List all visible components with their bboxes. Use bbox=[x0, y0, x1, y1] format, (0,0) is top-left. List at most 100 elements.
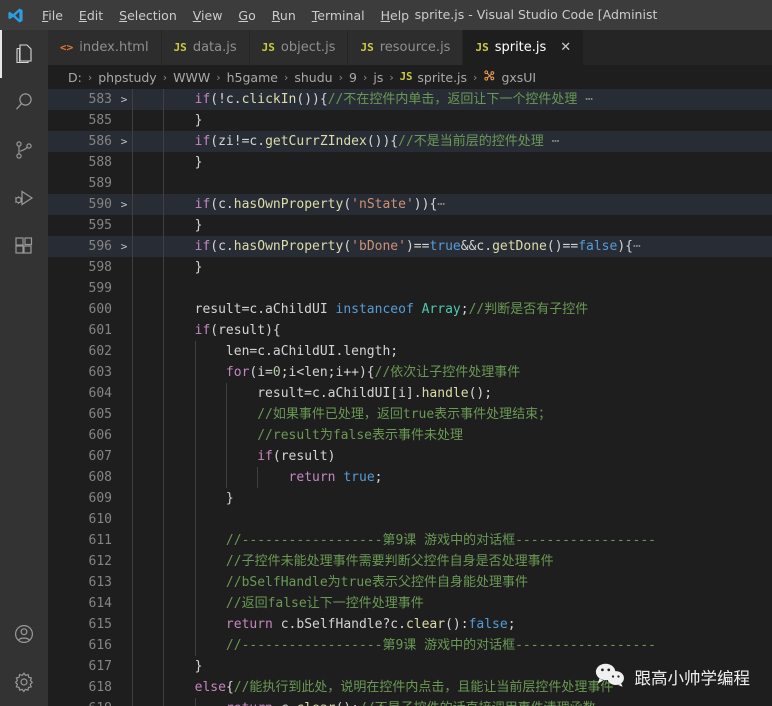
breadcrumb-item-9[interactable]: 9 bbox=[349, 70, 357, 85]
breadcrumb-item-phpstudy[interactable]: phpstudy bbox=[98, 70, 156, 85]
code-line[interactable]: 616 //------------------第9课 游戏中的对话框-----… bbox=[48, 635, 772, 656]
fold-chevron-icon[interactable]: > bbox=[116, 89, 132, 110]
menu-item-selection[interactable]: Selection bbox=[111, 5, 185, 26]
menu-item-run[interactable]: Run bbox=[264, 5, 304, 26]
code-line[interactable]: 613 //bSelfHandle为true表示父控件自身能处理事件 bbox=[48, 572, 772, 593]
tab-sprite-js[interactable]: JS sprite.js ✕ bbox=[463, 30, 585, 65]
code-line-text: //------------------第9课 游戏中的对话框---------… bbox=[132, 533, 656, 548]
account-icon[interactable] bbox=[0, 610, 48, 658]
symbol-class-icon bbox=[483, 69, 496, 85]
code-line[interactable]: 590 > if(c.hasOwnProperty('nState')){⋯ bbox=[48, 194, 772, 215]
editor-vertical-scrollbar[interactable] bbox=[758, 89, 772, 706]
menu-item-go[interactable]: Go bbox=[230, 5, 263, 26]
code-line[interactable]: 595 } bbox=[48, 215, 772, 236]
code-line[interactable]: 607 if(result) bbox=[48, 446, 772, 467]
code-line[interactable]: 599 bbox=[48, 278, 772, 299]
line-number: 612 bbox=[88, 554, 112, 569]
breadcrumb-item-gxsui[interactable]: gxsUI bbox=[483, 69, 536, 85]
tab-object-js[interactable]: JS object.js bbox=[249, 30, 349, 65]
code-line-text: //如果事件已处理，返回true表示事件处理结束； bbox=[132, 407, 552, 422]
menu-item-edit[interactable]: Edit bbox=[71, 5, 111, 26]
code-line[interactable]: 596 > if(c.hasOwnProperty('bDone')==true&… bbox=[48, 236, 772, 257]
code-editor[interactable]: 583 > if(!c.clickIn()){//不在控件内单击，返回让下一个控件… bbox=[48, 89, 772, 706]
editor-group: <> index.html JS data.js JS object.js JS… bbox=[48, 30, 772, 706]
explorer-icon[interactable] bbox=[0, 30, 48, 78]
code-line[interactable]: 598 } bbox=[48, 257, 772, 278]
menu-bar[interactable]: File Edit Selection View Go Run Terminal… bbox=[34, 5, 417, 26]
code-line[interactable]: 618 else{//能执行到此处，说明在控件内点击，且能让当前层控件处理事件 bbox=[48, 677, 772, 698]
code-line-text: if(c.hasOwnProperty('nState')){⋯ bbox=[194, 197, 446, 212]
code-line-text: return true; bbox=[288, 470, 383, 485]
code-line[interactable]: 619 return c.clear();//不是子控件的话直接调用事件清理函数 bbox=[48, 698, 772, 706]
code-line[interactable]: 602 len=c.aChildUI.length; bbox=[48, 341, 772, 362]
code-line[interactable]: 615 return c.bSelfHandle?c.clear():false… bbox=[48, 614, 772, 635]
breadcrumb-item-shudu[interactable]: shudu bbox=[294, 70, 332, 85]
tab-resource-js[interactable]: JS resource.js bbox=[348, 30, 464, 65]
fold-chevron-icon[interactable]: > bbox=[116, 131, 132, 152]
tab-index-html[interactable]: <> index.html bbox=[48, 30, 162, 65]
code-line[interactable]: 604 result=c.aChildUI[i].handle(); bbox=[48, 383, 772, 404]
extensions-icon[interactable] bbox=[0, 222, 48, 270]
code-line-text: result=c.aChildUI instanceof Array;//判断是… bbox=[132, 302, 589, 317]
line-number: 604 bbox=[88, 386, 112, 401]
menu-item-help[interactable]: Help bbox=[373, 5, 418, 26]
run-and-debug-icon[interactable] bbox=[0, 174, 48, 222]
code-line-text: //子控件未能处理事件需要判断父控件自身是否处理事件 bbox=[132, 554, 554, 569]
code-line-text: //bSelfHandle为true表示父控件自身能处理事件 bbox=[132, 575, 528, 590]
code-line[interactable]: 583 > if(!c.clickIn()){//不在控件内单击，返回让下一个控件… bbox=[48, 89, 772, 110]
breadcrumb-item-js[interactable]: js bbox=[373, 70, 383, 85]
code-line[interactable]: 617 } bbox=[48, 656, 772, 677]
menu-item-file[interactable]: File bbox=[34, 5, 71, 26]
menu-item-view[interactable]: View bbox=[185, 5, 231, 26]
line-number: 590 bbox=[88, 197, 112, 212]
code-line-text: if(c.hasOwnProperty('bDone')==true&&c.ge… bbox=[194, 239, 641, 254]
code-line-text: len=c.aChildUI.length; bbox=[132, 344, 399, 359]
tab-label: object.js bbox=[280, 40, 336, 55]
code-line[interactable]: 611 //------------------第9课 游戏中的对话框-----… bbox=[48, 530, 772, 551]
line-number: 614 bbox=[88, 596, 112, 611]
code-line[interactable]: 585 } bbox=[48, 110, 772, 131]
fold-chevron-icon[interactable]: > bbox=[116, 194, 132, 215]
code-line[interactable]: 600 result=c.aChildUI instanceof Array;/… bbox=[48, 299, 772, 320]
tab-label: resource.js bbox=[379, 40, 451, 55]
breadcrumb-item-drive[interactable]: D: bbox=[68, 70, 82, 85]
fold-chevron-icon[interactable]: > bbox=[116, 236, 132, 257]
tab-data-js[interactable]: JS data.js bbox=[161, 30, 250, 65]
html-file-icon: <> bbox=[60, 41, 74, 54]
settings-gear-icon[interactable] bbox=[0, 658, 48, 706]
code-line[interactable]: 586 > if(zi!=c.getCurrZIndex()){//不是当前层的控… bbox=[48, 131, 772, 152]
code-line[interactable]: 612 //子控件未能处理事件需要判断父控件自身是否处理事件 bbox=[48, 551, 772, 572]
code-line[interactable]: 603 for(i=0;i<len;i++){//依次让子控件处理事件 bbox=[48, 362, 772, 383]
source-control-icon[interactable] bbox=[0, 126, 48, 174]
line-number: 600 bbox=[88, 302, 112, 317]
code-line-text: else{//能执行到此处，说明在控件内点击，且能让当前层控件处理事件 bbox=[194, 680, 614, 695]
menu-item-terminal[interactable]: Terminal bbox=[304, 5, 373, 26]
code-line[interactable]: 589 bbox=[48, 173, 772, 194]
code-line[interactable]: 614 //返回false让下一控件处理事件 bbox=[48, 593, 772, 614]
breadcrumb-item-sprite-js[interactable]: JS sprite.js bbox=[400, 70, 467, 85]
breadcrumb-item-www[interactable]: WWW bbox=[173, 70, 210, 85]
code-line[interactable]: 605 //如果事件已处理，返回true表示事件处理结束； bbox=[48, 404, 772, 425]
code-line-text: } bbox=[132, 113, 203, 128]
code-line[interactable]: 608 return true; bbox=[48, 467, 772, 488]
line-number: 606 bbox=[88, 428, 112, 443]
line-number: 603 bbox=[88, 365, 112, 380]
code-line[interactable]: 610 bbox=[48, 509, 772, 530]
code-line[interactable]: 609 } bbox=[48, 488, 772, 509]
tab-close-button[interactable]: ✕ bbox=[560, 41, 571, 54]
line-number: 599 bbox=[88, 281, 112, 296]
code-line[interactable]: 588 } bbox=[48, 152, 772, 173]
breadcrumb-item-h5game[interactable]: h5game bbox=[227, 70, 278, 85]
code-line[interactable]: 601 if(result){ bbox=[48, 320, 772, 341]
line-number: 605 bbox=[88, 407, 112, 422]
search-icon[interactable] bbox=[0, 78, 48, 126]
code-line[interactable]: 606 //result为false表示事件未处理 bbox=[48, 425, 772, 446]
